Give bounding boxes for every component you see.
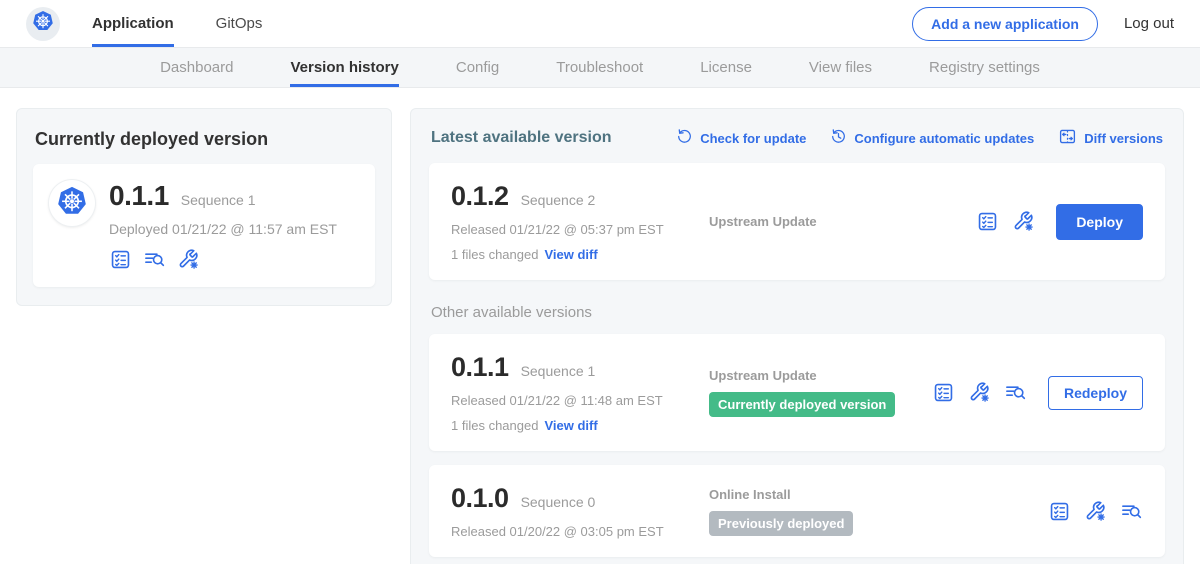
version-number: 0.1.2 — [451, 181, 509, 212]
currently-deployed-version-card: 0.1.1 Sequence 1 Deployed 01/21/22 @ 11:… — [33, 164, 375, 287]
refresh-icon — [676, 128, 693, 148]
config-wrench-icon[interactable] — [1084, 500, 1107, 523]
tab-config[interactable]: Config — [456, 48, 499, 87]
kubernetes-logo-icon — [31, 9, 55, 38]
tab-license[interactable]: License — [700, 48, 752, 87]
add-new-application-button[interactable]: Add a new application — [912, 7, 1098, 41]
preflight-checks-icon[interactable] — [109, 248, 132, 271]
tab-registry-settings[interactable]: Registry settings — [929, 48, 1040, 87]
sequence-label: Sequence 2 — [521, 192, 596, 208]
tab-dashboard[interactable]: Dashboard — [160, 48, 233, 87]
released-timestamp: Released 01/21/22 @ 05:37 pm EST — [451, 222, 709, 237]
currently-deployed-title: Currently deployed version — [35, 129, 375, 150]
redeploy-button[interactable]: Redeploy — [1048, 376, 1143, 410]
deployed-sequence-label: Sequence 1 — [181, 192, 256, 208]
config-wrench-icon[interactable] — [968, 381, 991, 404]
files-changed-label: 1 files changed — [451, 247, 538, 262]
deploy-logs-icon[interactable] — [143, 248, 166, 271]
version-card-0-1-2: 0.1.2 Sequence 2 Released 01/21/22 @ 05:… — [429, 163, 1165, 280]
config-wrench-icon[interactable] — [177, 248, 200, 271]
app-logo-avatar — [26, 7, 60, 41]
version-number: 0.1.1 — [451, 352, 509, 383]
other-available-versions-title: Other available versions — [431, 304, 1163, 321]
sequence-label: Sequence 0 — [521, 494, 596, 510]
version-history-page: Currently deployed version 0.1.1 Sequenc… — [0, 88, 1200, 564]
tab-troubleshoot[interactable]: Troubleshoot — [556, 48, 643, 87]
version-number: 0.1.0 — [451, 483, 509, 514]
sequence-label: Sequence 1 — [521, 363, 596, 379]
diff-icon — [1058, 127, 1077, 149]
version-source-label: Upstream Update — [709, 214, 976, 229]
currently-deployed-card: Currently deployed version 0.1.1 Sequenc… — [16, 108, 392, 306]
tab-gitops[interactable]: GitOps — [216, 0, 263, 47]
topnav-tabs: Application GitOps — [92, 0, 262, 47]
view-diff-link[interactable]: View diff — [544, 418, 597, 433]
diff-versions-label: Diff versions — [1084, 131, 1163, 146]
tab-view-files[interactable]: View files — [809, 48, 872, 87]
version-source-label: Online Install — [709, 487, 1048, 502]
top-nav: Application GitOps Add a new application… — [0, 0, 1200, 48]
previously-deployed-badge: Previously deployed — [709, 511, 853, 536]
currently-deployed-badge: Currently deployed version — [709, 392, 895, 417]
deploy-logs-icon[interactable] — [1120, 500, 1143, 523]
schedule-update-icon — [830, 128, 847, 148]
available-versions-panel: Latest available version Check for updat… — [410, 108, 1184, 564]
tab-version-history[interactable]: Version history — [290, 48, 398, 87]
config-wrench-icon[interactable] — [1012, 210, 1035, 233]
configure-automatic-updates-label: Configure automatic updates — [854, 131, 1034, 146]
deployed-version-number: 0.1.1 — [109, 180, 169, 212]
check-for-update-label: Check for update — [700, 131, 806, 146]
released-timestamp: Released 01/21/22 @ 11:48 am EST — [451, 393, 709, 408]
released-timestamp: Released 01/20/22 @ 03:05 pm EST — [451, 524, 709, 539]
version-source-label: Upstream Update — [709, 368, 932, 383]
check-for-update-link[interactable]: Check for update — [676, 128, 806, 148]
kubernetes-logo-icon — [55, 184, 89, 223]
app-sub-nav: Dashboard Version history Config Trouble… — [0, 48, 1200, 88]
deploy-logs-icon[interactable] — [1004, 381, 1027, 404]
files-changed-label: 1 files changed — [451, 418, 538, 433]
diff-versions-link[interactable]: Diff versions — [1058, 127, 1163, 149]
preflight-checks-icon[interactable] — [932, 381, 955, 404]
deployed-timestamp: Deployed 01/21/22 @ 11:57 am EST — [109, 221, 337, 237]
preflight-checks-icon[interactable] — [976, 210, 999, 233]
deploy-button[interactable]: Deploy — [1056, 204, 1143, 240]
tab-application[interactable]: Application — [92, 0, 174, 47]
latest-available-version-title: Latest available version — [431, 129, 612, 147]
configure-automatic-updates-link[interactable]: Configure automatic updates — [830, 128, 1034, 148]
version-card-0-1-0: 0.1.0 Sequence 0 Released 01/20/22 @ 03:… — [429, 465, 1165, 557]
logout-button[interactable]: Log out — [1124, 15, 1174, 32]
view-diff-link[interactable]: View diff — [544, 247, 597, 262]
app-version-avatar — [49, 180, 95, 226]
preflight-checks-icon[interactable] — [1048, 500, 1071, 523]
version-card-0-1-1: 0.1.1 Sequence 1 Released 01/21/22 @ 11:… — [429, 334, 1165, 451]
